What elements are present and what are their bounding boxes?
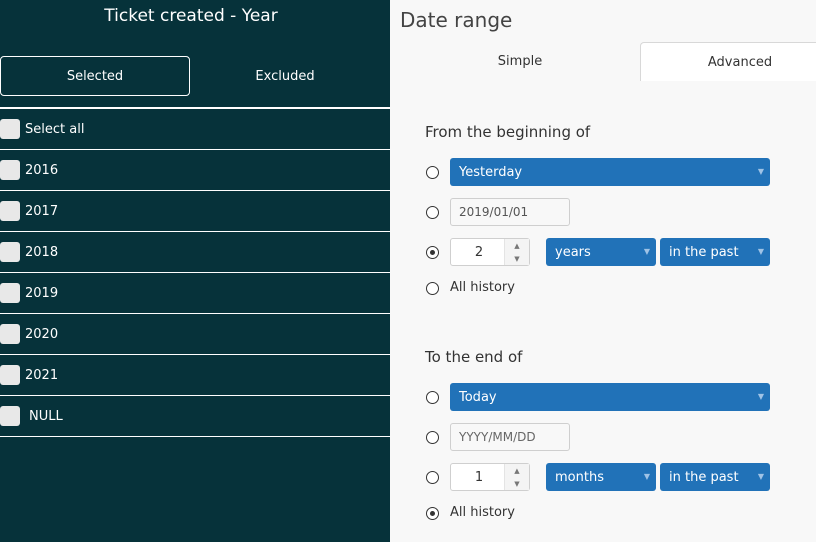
list-item[interactable]: 2021 — [0, 355, 390, 396]
from-relative-day-value: Yesterday — [459, 164, 523, 180]
from-date-radio[interactable] — [426, 206, 439, 219]
select-all-label: Select all — [25, 121, 85, 137]
item-checkbox[interactable] — [0, 242, 20, 262]
list-item[interactable]: 2017 — [0, 191, 390, 232]
decrement-arrow-icon[interactable]: ▼ — [505, 252, 529, 265]
from-unit-value: years — [555, 244, 591, 260]
filter-panel: Ticket created - Year Selected Excluded … — [0, 0, 390, 542]
decrement-arrow-icon[interactable]: ▼ — [505, 477, 529, 490]
to-date-radio[interactable] — [426, 431, 439, 444]
to-relative-day-radio[interactable] — [426, 391, 439, 404]
selected-toggle-button[interactable]: Selected — [0, 56, 190, 96]
to-amount-stepper[interactable]: 1 ▲ ▼ — [450, 463, 530, 491]
filter-title: Ticket created - Year — [104, 6, 278, 26]
item-checkbox[interactable] — [0, 160, 20, 180]
item-checkbox[interactable] — [0, 406, 20, 426]
item-label: 2018 — [25, 244, 59, 260]
item-checkbox[interactable] — [0, 324, 20, 344]
select-all-row[interactable]: Select all — [0, 109, 390, 150]
chevron-down-icon: ▼ — [643, 247, 650, 256]
tab-advanced[interactable]: Advanced — [640, 42, 816, 81]
to-unit-select[interactable]: months ▼ — [546, 463, 656, 491]
increment-arrow-icon[interactable]: ▲ — [505, 239, 529, 252]
to-amount-radio[interactable] — [426, 471, 439, 484]
filter-value-list: Select all 2016 2017 2018 2019 2020 2021 — [0, 107, 390, 437]
item-label: 2021 — [25, 367, 59, 383]
chevron-down-icon: ▼ — [757, 167, 764, 176]
from-all-history-radio[interactable] — [426, 282, 439, 295]
item-label: NULL — [29, 408, 63, 424]
to-direction-select[interactable]: in the past ▼ — [660, 463, 770, 491]
stepper-arrows: ▲ ▼ — [504, 239, 529, 265]
list-item[interactable]: 2018 — [0, 232, 390, 273]
chevron-down-icon: ▼ — [757, 247, 764, 256]
from-all-history-label[interactable]: All history — [450, 280, 515, 295]
chevron-down-icon: ▼ — [643, 472, 650, 481]
excluded-toggle-button[interactable]: Excluded — [190, 56, 380, 96]
item-label: 2019 — [25, 285, 59, 301]
to-unit-value: months — [555, 469, 604, 485]
item-checkbox[interactable] — [0, 201, 20, 221]
from-amount-radio[interactable] — [426, 246, 439, 259]
from-date-input[interactable] — [450, 198, 570, 226]
stepper-arrows: ▲ ▼ — [504, 464, 529, 490]
item-label: 2020 — [25, 326, 59, 342]
date-range-panel: Date range Simple Advanced From the begi… — [390, 0, 816, 542]
from-direction-select[interactable]: in the past ▼ — [660, 238, 770, 266]
list-item[interactable]: 2020 — [0, 314, 390, 355]
chevron-down-icon: ▼ — [757, 472, 764, 481]
item-label: 2016 — [25, 162, 59, 178]
to-section-label: To the end of — [425, 348, 523, 366]
from-relative-day-select[interactable]: Yesterday ▼ — [450, 158, 770, 186]
tab-simple[interactable]: Simple — [400, 42, 640, 80]
to-date-input[interactable] — [450, 423, 570, 451]
date-range-title: Date range — [400, 8, 513, 32]
to-all-history-radio[interactable] — [426, 507, 439, 520]
from-unit-select[interactable]: years ▼ — [546, 238, 656, 266]
from-amount-value[interactable]: 2 — [451, 239, 507, 265]
to-direction-value: in the past — [669, 469, 739, 485]
increment-arrow-icon[interactable]: ▲ — [505, 464, 529, 477]
to-relative-day-select[interactable]: Today ▼ — [450, 383, 770, 411]
list-item[interactable]: 2019 — [0, 273, 390, 314]
from-section-label: From the beginning of — [425, 123, 591, 141]
from-relative-day-radio[interactable] — [426, 166, 439, 179]
select-all-checkbox[interactable] — [0, 119, 20, 139]
item-checkbox[interactable] — [0, 283, 20, 303]
chevron-down-icon: ▼ — [757, 392, 764, 401]
list-item[interactable]: 2016 — [0, 150, 390, 191]
to-amount-value[interactable]: 1 — [451, 464, 507, 490]
from-direction-value: in the past — [669, 244, 739, 260]
to-relative-day-value: Today — [459, 389, 497, 405]
list-item[interactable]: NULL — [0, 396, 390, 437]
item-label: 2017 — [25, 203, 59, 219]
item-checkbox[interactable] — [0, 365, 20, 385]
to-all-history-label[interactable]: All history — [450, 505, 515, 520]
from-amount-stepper[interactable]: 2 ▲ ▼ — [450, 238, 530, 266]
